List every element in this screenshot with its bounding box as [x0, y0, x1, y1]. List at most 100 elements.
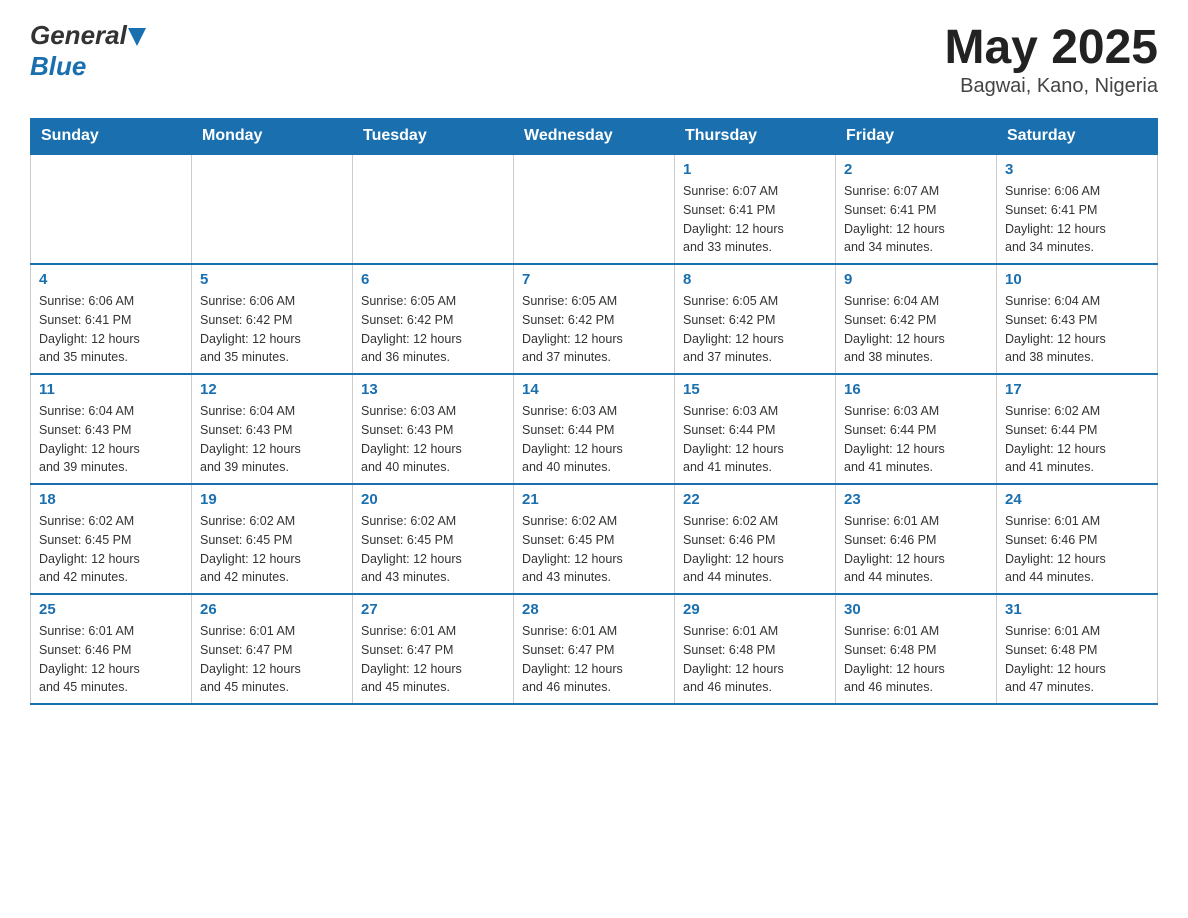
- day-number: 25: [39, 601, 183, 618]
- day-number: 4: [39, 271, 183, 288]
- table-row: 28 Sunrise: 6:01 AMSunset: 6:47 PMDayligh…: [514, 594, 675, 704]
- day-info: Sunrise: 6:01 AMSunset: 6:46 PMDaylight:…: [844, 512, 988, 587]
- day-number: 19: [200, 491, 344, 508]
- calendar-week-row: 18 Sunrise: 6:02 AMSunset: 6:45 PMDayligh…: [31, 484, 1158, 594]
- day-info: Sunrise: 6:03 AMSunset: 6:44 PMDaylight:…: [683, 402, 827, 477]
- day-info: Sunrise: 6:04 AMSunset: 6:42 PMDaylight:…: [844, 292, 988, 367]
- logo: General Blue: [30, 20, 146, 82]
- calendar-week-row: 25 Sunrise: 6:01 AMSunset: 6:46 PMDayligh…: [31, 594, 1158, 704]
- day-number: 9: [844, 271, 988, 288]
- day-info: Sunrise: 6:01 AMSunset: 6:46 PMDaylight:…: [39, 622, 183, 697]
- table-row: 20 Sunrise: 6:02 AMSunset: 6:45 PMDayligh…: [353, 484, 514, 594]
- table-row: 12 Sunrise: 6:04 AMSunset: 6:43 PMDayligh…: [192, 374, 353, 484]
- table-row: 27Sunrise: 6:01 AMSunset: 6:47 PMDayligh…: [353, 594, 514, 704]
- table-row: 11 Sunrise: 6:04 AMSunset: 6:43 PMDayligh…: [31, 374, 192, 484]
- table-row: [31, 154, 192, 264]
- title-block: May 2025 Bagwai, Kano, Nigeria: [945, 20, 1159, 98]
- calendar-week-row: 1 Sunrise: 6:07 AMSunset: 6:41 PMDaylight…: [31, 154, 1158, 264]
- table-row: 8Sunrise: 6:05 AMSunset: 6:42 PMDaylight…: [675, 264, 836, 374]
- day-number: 16: [844, 381, 988, 398]
- day-info: Sunrise: 6:06 AMSunset: 6:41 PMDaylight:…: [39, 292, 183, 367]
- day-number: 31: [1005, 601, 1149, 618]
- day-info: Sunrise: 6:03 AMSunset: 6:44 PMDaylight:…: [522, 402, 666, 477]
- col-monday: Monday: [192, 119, 353, 155]
- col-saturday: Saturday: [997, 119, 1158, 155]
- day-number: 14: [522, 381, 666, 398]
- day-info: Sunrise: 6:02 AMSunset: 6:45 PMDaylight:…: [361, 512, 505, 587]
- day-number: 5: [200, 271, 344, 288]
- table-row: 6 Sunrise: 6:05 AMSunset: 6:42 PMDaylight…: [353, 264, 514, 374]
- table-row: 25 Sunrise: 6:01 AMSunset: 6:46 PMDayligh…: [31, 594, 192, 704]
- day-number: 24: [1005, 491, 1149, 508]
- logo-general-text: General: [30, 20, 127, 51]
- day-number: 22: [683, 491, 827, 508]
- col-wednesday: Wednesday: [514, 119, 675, 155]
- day-info: Sunrise: 6:05 AMSunset: 6:42 PMDaylight:…: [522, 292, 666, 367]
- day-number: 18: [39, 491, 183, 508]
- day-number: 1: [683, 161, 827, 178]
- day-info: Sunrise: 6:05 AMSunset: 6:42 PMDaylight:…: [683, 292, 827, 367]
- day-number: 12: [200, 381, 344, 398]
- day-info: Sunrise: 6:01 AMSunset: 6:47 PMDaylight:…: [522, 622, 666, 697]
- day-info: Sunrise: 6:01 AMSunset: 6:47 PMDaylight:…: [200, 622, 344, 697]
- day-info: Sunrise: 6:04 AMSunset: 6:43 PMDaylight:…: [1005, 292, 1149, 367]
- day-info: Sunrise: 6:02 AMSunset: 6:45 PMDaylight:…: [200, 512, 344, 587]
- table-row: 26 Sunrise: 6:01 AMSunset: 6:47 PMDayligh…: [192, 594, 353, 704]
- day-number: 20: [361, 491, 505, 508]
- table-row: 7 Sunrise: 6:05 AMSunset: 6:42 PMDaylight…: [514, 264, 675, 374]
- table-row: [192, 154, 353, 264]
- day-info: Sunrise: 6:07 AMSunset: 6:41 PMDaylight:…: [844, 182, 988, 257]
- day-info: Sunrise: 6:07 AMSunset: 6:41 PMDaylight:…: [683, 182, 827, 257]
- day-info: Sunrise: 6:06 AMSunset: 6:41 PMDaylight:…: [1005, 182, 1149, 257]
- day-number: 7: [522, 271, 666, 288]
- day-info: Sunrise: 6:01 AMSunset: 6:48 PMDaylight:…: [683, 622, 827, 697]
- day-info: Sunrise: 6:01 AMSunset: 6:48 PMDaylight:…: [844, 622, 988, 697]
- table-row: 23 Sunrise: 6:01 AMSunset: 6:46 PMDayligh…: [836, 484, 997, 594]
- day-number: 21: [522, 491, 666, 508]
- table-row: 16Sunrise: 6:03 AMSunset: 6:44 PMDayligh…: [836, 374, 997, 484]
- table-row: 24Sunrise: 6:01 AMSunset: 6:46 PMDayligh…: [997, 484, 1158, 594]
- day-number: 11: [39, 381, 183, 398]
- day-number: 27: [361, 601, 505, 618]
- table-row: 31Sunrise: 6:01 AMSunset: 6:48 PMDayligh…: [997, 594, 1158, 704]
- table-row: 17 Sunrise: 6:02 AMSunset: 6:44 PMDayligh…: [997, 374, 1158, 484]
- table-row: 1 Sunrise: 6:07 AMSunset: 6:41 PMDaylight…: [675, 154, 836, 264]
- logo-blue-text: Blue: [30, 51, 86, 81]
- day-number: 2: [844, 161, 988, 178]
- table-row: 29 Sunrise: 6:01 AMSunset: 6:48 PMDayligh…: [675, 594, 836, 704]
- col-sunday: Sunday: [31, 119, 192, 155]
- day-number: 26: [200, 601, 344, 618]
- table-row: 15 Sunrise: 6:03 AMSunset: 6:44 PMDayligh…: [675, 374, 836, 484]
- day-number: 17: [1005, 381, 1149, 398]
- table-row: 10 Sunrise: 6:04 AMSunset: 6:43 PMDayligh…: [997, 264, 1158, 374]
- table-row: 21Sunrise: 6:02 AMSunset: 6:45 PMDayligh…: [514, 484, 675, 594]
- table-row: 4 Sunrise: 6:06 AMSunset: 6:41 PMDaylight…: [31, 264, 192, 374]
- day-number: 29: [683, 601, 827, 618]
- day-number: 10: [1005, 271, 1149, 288]
- table-row: 5Sunrise: 6:06 AMSunset: 6:42 PMDaylight…: [192, 264, 353, 374]
- table-row: 2 Sunrise: 6:07 AMSunset: 6:41 PMDaylight…: [836, 154, 997, 264]
- col-thursday: Thursday: [675, 119, 836, 155]
- day-info: Sunrise: 6:05 AMSunset: 6:42 PMDaylight:…: [361, 292, 505, 367]
- col-tuesday: Tuesday: [353, 119, 514, 155]
- day-info: Sunrise: 6:04 AMSunset: 6:43 PMDaylight:…: [39, 402, 183, 477]
- day-info: Sunrise: 6:02 AMSunset: 6:44 PMDaylight:…: [1005, 402, 1149, 477]
- day-number: 23: [844, 491, 988, 508]
- page-title: May 2025: [945, 20, 1159, 75]
- table-row: 13 Sunrise: 6:03 AMSunset: 6:43 PMDayligh…: [353, 374, 514, 484]
- day-number: 15: [683, 381, 827, 398]
- day-number: 30: [844, 601, 988, 618]
- day-number: 3: [1005, 161, 1149, 178]
- calendar-week-row: 4 Sunrise: 6:06 AMSunset: 6:41 PMDaylight…: [31, 264, 1158, 374]
- calendar-week-row: 11 Sunrise: 6:04 AMSunset: 6:43 PMDayligh…: [31, 374, 1158, 484]
- day-number: 13: [361, 381, 505, 398]
- table-row: 19 Sunrise: 6:02 AMSunset: 6:45 PMDayligh…: [192, 484, 353, 594]
- day-info: Sunrise: 6:03 AMSunset: 6:43 PMDaylight:…: [361, 402, 505, 477]
- day-info: Sunrise: 6:04 AMSunset: 6:43 PMDaylight:…: [200, 402, 344, 477]
- day-number: 6: [361, 271, 505, 288]
- day-number: 28: [522, 601, 666, 618]
- table-row: 14 Sunrise: 6:03 AMSunset: 6:44 PMDayligh…: [514, 374, 675, 484]
- table-row: [353, 154, 514, 264]
- table-row: 3 Sunrise: 6:06 AMSunset: 6:41 PMDaylight…: [997, 154, 1158, 264]
- logo-triangle-icon: [128, 28, 146, 46]
